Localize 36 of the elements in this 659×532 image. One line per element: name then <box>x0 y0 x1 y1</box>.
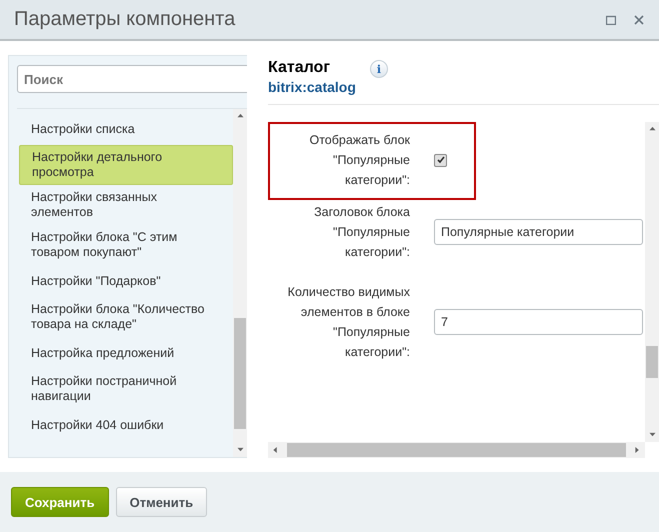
cancel-button[interactable]: Отменить <box>116 487 208 517</box>
scroll-down-icon[interactable] <box>236 447 244 453</box>
sidebar-item[interactable]: Настройки постраничной навигации <box>17 369 233 409</box>
scrollbar-thumb[interactable] <box>287 443 626 457</box>
search-field[interactable]: Поиск <box>17 65 247 93</box>
checkbox[interactable] <box>434 154 447 166</box>
sidebar-item[interactable]: Настройки блока "Количество товара на складе" <box>17 297 233 337</box>
scroll-right-icon[interactable] <box>634 447 641 453</box>
sidebar-item[interactable]: Настройки "Подарков" <box>17 265 233 297</box>
field-label: Отображать блок "Популярные категории": <box>308 132 410 189</box>
text-field[interactable]: Популярные категории <box>434 219 643 245</box>
close-icon[interactable] <box>633 14 645 26</box>
sidebar-item[interactable]: Настройки связанных элементов <box>17 185 233 225</box>
sidebar-item[interactable]: Настройки детального просмотра <box>19 145 233 185</box>
info-button[interactable]: i <box>370 60 388 78</box>
checkmark-icon <box>436 156 444 164</box>
scroll-left-icon[interactable] <box>272 447 279 453</box>
scroll-up-icon[interactable] <box>236 113 244 119</box>
field-label: Количество видимых элементов в блоке "Популярные категории": <box>286 284 410 361</box>
component-title: Каталог <box>268 59 331 77</box>
sidebar-item[interactable]: Настройки блока "С этим товаром покупают" <box>17 225 233 265</box>
scrollbar[interactable] <box>268 442 645 458</box>
window-title: Параметры компонента <box>14 8 236 31</box>
scrollbar-thumb[interactable] <box>234 318 246 430</box>
sidebar-item[interactable]: Настройка предложений <box>17 337 233 369</box>
sidebar-item[interactable]: Настройки списка <box>17 113 233 145</box>
scrollbar[interactable] <box>645 122 659 442</box>
scrollbar-thumb[interactable] <box>646 346 658 378</box>
scroll-down-icon[interactable] <box>648 432 656 438</box>
scroll-up-icon[interactable] <box>648 126 656 132</box>
text-field[interactable]: 7 <box>434 309 643 335</box>
sidebar-item[interactable]: Настройки 404 ошибки <box>17 409 233 441</box>
scrollbar[interactable] <box>233 109 247 457</box>
component-code: bitrix:catalog <box>268 79 356 95</box>
maximize-icon[interactable] <box>605 14 617 26</box>
field-label: Заголовок блока "Популярные категории": <box>313 204 410 261</box>
